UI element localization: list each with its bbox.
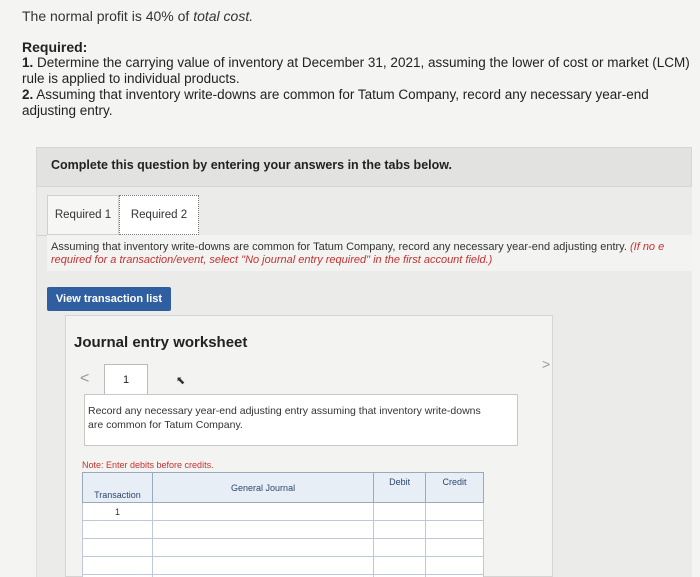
complete-question-banner: Complete this question by entering your … [36, 147, 692, 187]
debit-input[interactable] [373, 538, 427, 557]
transaction-header: Transaction [82, 472, 153, 503]
journal-table: Transaction General Journal Debit Credit… [82, 472, 484, 577]
chevron-left-icon[interactable]: < [80, 370, 89, 388]
account-input[interactable] [151, 502, 375, 521]
problem-intro: The normal profit is 40% of total cost. … [22, 8, 692, 119]
credit-input[interactable] [425, 502, 484, 521]
account-input[interactable] [151, 556, 375, 575]
credit-input[interactable] [425, 520, 484, 539]
worksheet-page-tab[interactable]: 1 [104, 364, 148, 394]
view-transaction-list-button[interactable]: View transaction list [47, 287, 171, 311]
debits-note: Note: Enter debits before credits. [82, 460, 214, 470]
debit-input[interactable] [373, 556, 427, 575]
transaction-cell: 1 [82, 502, 153, 521]
table-row: 1 [82, 502, 484, 521]
transaction-cell [82, 538, 153, 557]
credit-input[interactable] [425, 538, 484, 557]
tab-required-2[interactable]: Required 2 [119, 195, 199, 235]
credit-input[interactable] [425, 556, 484, 575]
worksheet-description: Record any necessary year-end adjusting … [88, 405, 481, 431]
chevron-right-icon[interactable]: > [542, 356, 550, 372]
transaction-cell [82, 520, 153, 539]
mouse-cursor-icon: ⬉ [176, 375, 186, 387]
transaction-cell [82, 556, 153, 575]
account-input[interactable] [151, 538, 375, 557]
tab-required-1[interactable]: Required 1 [47, 195, 119, 235]
credit-header: Credit [425, 472, 484, 503]
table-row [82, 538, 484, 557]
requirement-1: 1. Determine the carrying value of inven… [22, 55, 690, 86]
debit-header: Debit [373, 472, 427, 503]
tabs-panel: Required 1 Required 2 Assuming that inve… [36, 187, 693, 577]
journal-entry-worksheet: Journal entry worksheet < 1 ⬉ > Record a… [65, 315, 553, 577]
table-row [82, 556, 484, 575]
debit-input[interactable] [373, 502, 427, 521]
account-input[interactable] [151, 520, 375, 539]
normal-profit-statement: The normal profit is 40% of total cost. [22, 8, 254, 24]
debit-input[interactable] [373, 520, 427, 539]
table-row [82, 520, 484, 539]
general-journal-header: General Journal [151, 472, 375, 503]
required-heading: Required: [22, 39, 88, 55]
worksheet-title: Journal entry worksheet [74, 334, 248, 351]
instructions-text: Assuming that inventory write-downs are … [47, 235, 693, 271]
requirement-2: 2. Assuming that inventory write-downs a… [22, 87, 649, 118]
